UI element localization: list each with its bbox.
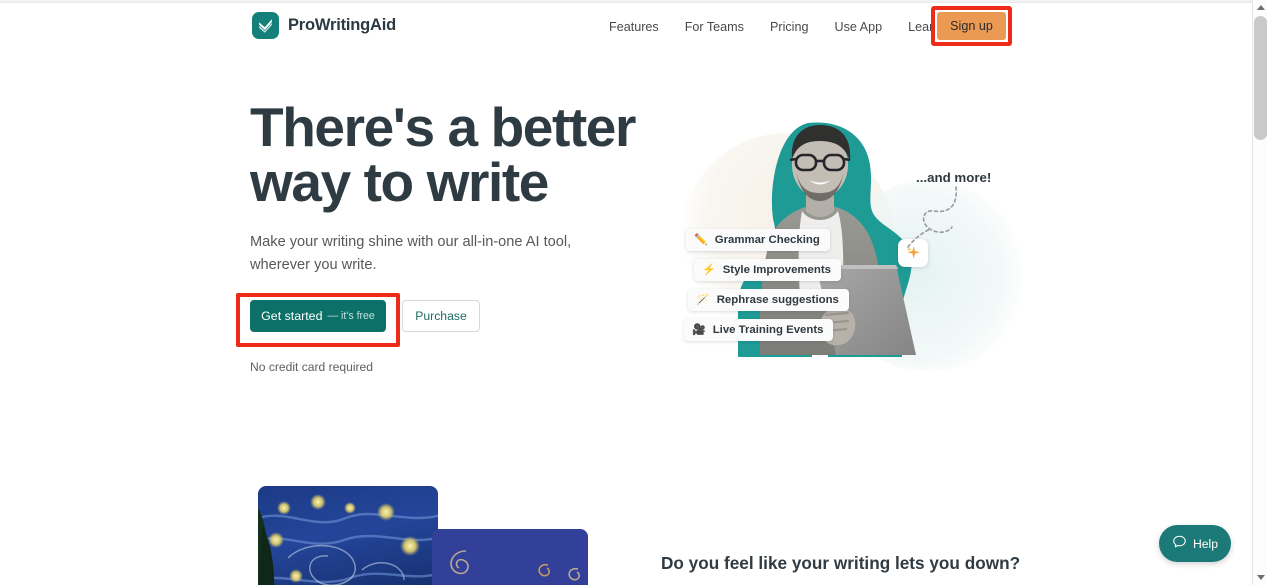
hero-heading-line-2: way to write — [250, 151, 549, 213]
feature-pill-label: Style Improvements — [722, 264, 831, 276]
page-viewport: ProWritingAid Features For Teams Pricing… — [0, 3, 1252, 585]
feature-pill-live-training-events: 🎥 Live Training Events — [684, 319, 834, 341]
nav-link-for-teams[interactable]: For Teams — [672, 19, 757, 36]
starry-night-artwork — [258, 486, 438, 585]
scroll-up-arrow-icon[interactable] — [1253, 0, 1267, 15]
browser-page: ProWritingAid Features For Teams Pricing… — [0, 0, 1267, 585]
hero-subtitle: Make your writing shine with our all-in-… — [250, 234, 572, 273]
help-widget-label: Help — [1192, 536, 1219, 551]
blue-doodle-artwork — [432, 529, 588, 585]
feature-pill-label: Live Training Events — [712, 324, 824, 336]
video-camera-icon: 🎥 — [692, 323, 706, 336]
hero-heading-line-1: There's a better — [250, 96, 636, 158]
vertical-scrollbar[interactable] — [1252, 0, 1267, 585]
no-credit-card-note: No credit card required — [250, 360, 374, 374]
speech-bubble-icon — [1172, 534, 1187, 554]
signup-button[interactable]: Sign up — [937, 12, 1006, 40]
hero-heading: There's a better way to write — [250, 100, 670, 210]
signup-button-annotation: Sign up — [931, 6, 1012, 46]
site-header: ProWritingAid Features For Teams Pricing… — [0, 3, 1252, 51]
scroll-down-arrow-icon[interactable] — [1253, 570, 1267, 585]
scrollbar-thumb[interactable] — [1254, 16, 1267, 140]
help-widget-button[interactable]: Help — [1159, 525, 1231, 562]
prowritingaid-book-check-logo — [252, 12, 279, 39]
magic-wand-icon: 🪄 — [696, 293, 710, 306]
get-started-sublabel: — it's free — [327, 310, 375, 322]
section-heading: Do you feel like your writing lets you d… — [661, 553, 1021, 573]
nav-link-features[interactable]: Features — [596, 19, 672, 36]
brand-logo[interactable]: ProWritingAid — [252, 12, 396, 39]
feature-pill-grammar-checking: ✏️ Grammar Checking — [686, 229, 830, 251]
lightning-bolt-icon: ⚡ — [702, 263, 716, 276]
feature-pill-label: Grammar Checking — [714, 234, 820, 246]
feature-pill-label: Rephrase suggestions — [716, 294, 839, 306]
get-started-label: Get started — [261, 309, 323, 323]
purchase-button[interactable]: Purchase — [402, 300, 480, 332]
feature-pill-style-improvements: ⚡ Style Improvements — [694, 259, 841, 281]
get-started-button[interactable]: Get started — it's free — [250, 300, 386, 332]
dotted-curve-arrow-icon — [907, 186, 957, 248]
feature-pill-rephrase-suggestions: 🪄 Rephrase suggestions — [688, 289, 849, 311]
nav-link-pricing[interactable]: Pricing — [757, 19, 822, 36]
and-more-label: ...and more! — [916, 170, 992, 185]
nav-link-use-app[interactable]: Use App — [821, 19, 895, 36]
pencil-icon: ✏️ — [694, 233, 708, 246]
hero-illustration: ✏️ Grammar Checking ⚡ Style Improvements… — [640, 103, 1040, 383]
brand-name: ProWritingAid — [288, 16, 397, 34]
